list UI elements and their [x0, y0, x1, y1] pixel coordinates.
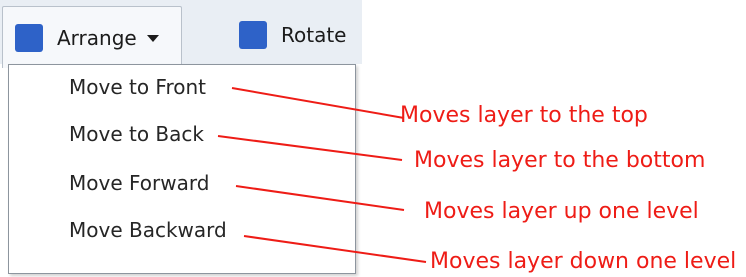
annotation-label: Moves layer up one level — [424, 199, 699, 224]
annotation-label: Moves layer down one level — [430, 249, 737, 274]
annotation-label: Moves layer to the bottom — [414, 148, 706, 173]
leader-line — [235, 185, 405, 211]
annotation-leaders — [217, 87, 427, 263]
annotation-label: Moves layer to the top — [400, 103, 648, 128]
leader-line — [217, 135, 403, 161]
leader-line — [231, 87, 405, 119]
leader-line — [243, 235, 427, 263]
